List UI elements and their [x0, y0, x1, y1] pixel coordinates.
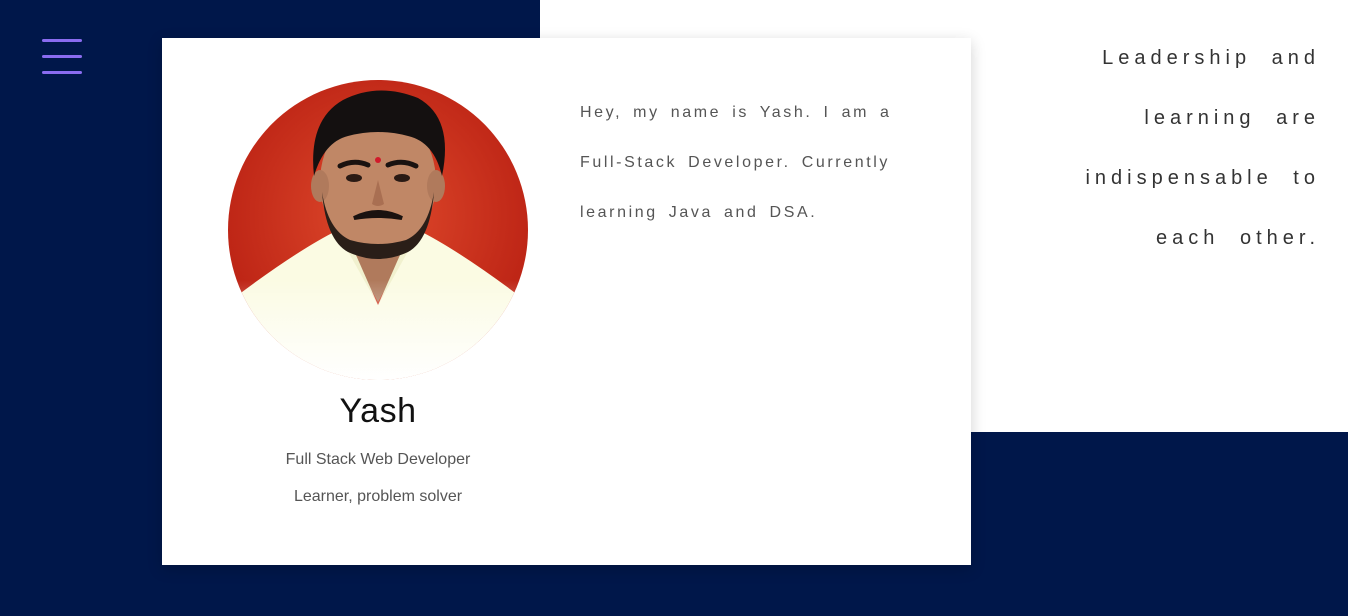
profile-name: Yash	[339, 392, 417, 430]
profile-card: Yash Full Stack Web Developer Learner, p…	[162, 38, 971, 565]
menu-bar-bottom	[42, 71, 82, 74]
menu-bar-middle	[42, 55, 82, 58]
profile-photo	[228, 80, 528, 380]
profile-role: Full Stack Web Developer	[285, 451, 471, 468]
bio-text: Hey, my name is Yash. I am a Full-Stack …	[580, 104, 892, 221]
leadership-quote: Leadership and learning are indispensabl…	[1085, 47, 1320, 249]
profile-tagline: Learner, problem solver	[293, 488, 463, 505]
hamburger-menu-icon[interactable]	[42, 39, 82, 75]
menu-bar-top	[42, 39, 82, 42]
